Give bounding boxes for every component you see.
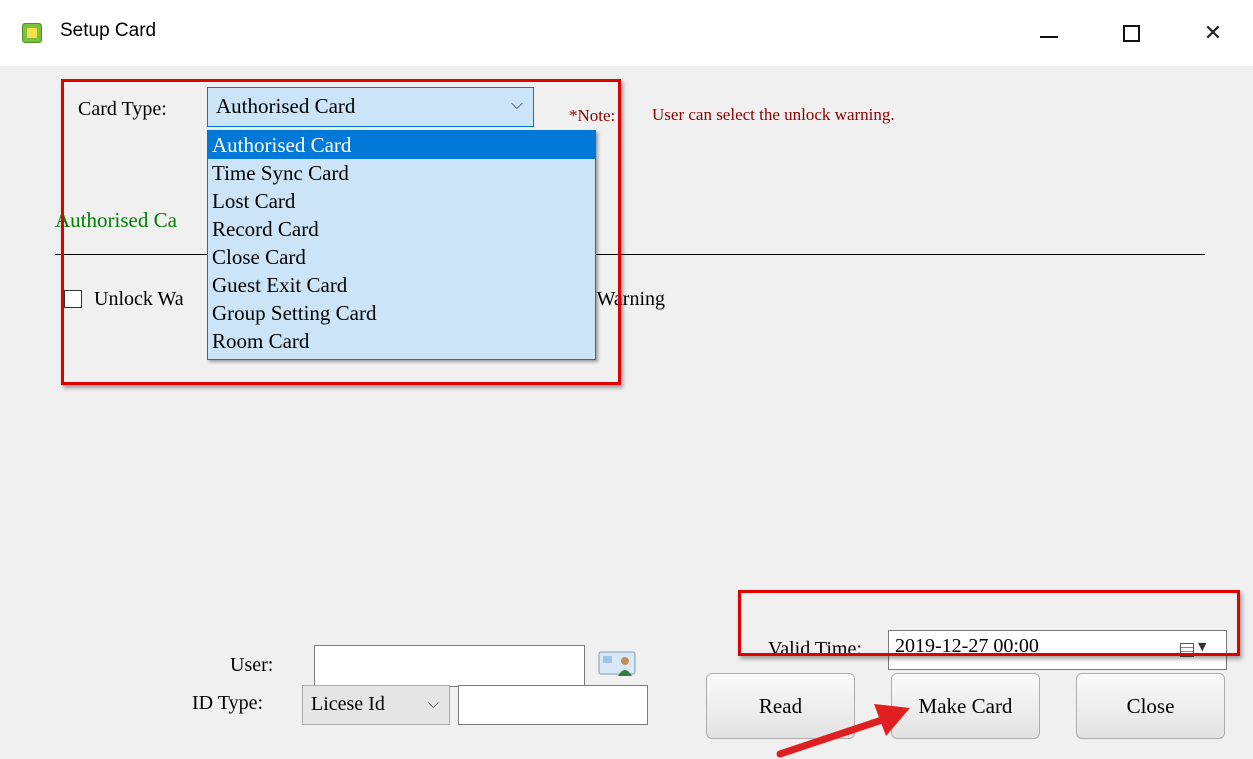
chevron-down-icon: ⌵ (427, 694, 439, 712)
id-type-selected-value: Licese Id (311, 693, 385, 715)
window-title: Setup Card (60, 20, 157, 41)
maximize-button[interactable] (1108, 12, 1154, 54)
close-window-button[interactable]: ✕ (1190, 12, 1236, 54)
dropdown-option[interactable]: Room Card (208, 327, 595, 355)
id-type-select[interactable]: Licese Id ⌵ (302, 685, 450, 725)
dropdown-option[interactable]: Record Card (208, 215, 595, 243)
dropdown-option[interactable]: Guest Exit Card (208, 271, 595, 299)
setup-card-window: Setup Card ✕ Card Type: Authorised Card … (0, 0, 1253, 759)
dropdown-option[interactable]: Close Card (208, 243, 595, 271)
user-picker-icon[interactable] (598, 650, 640, 678)
note-text: User can select the unlock warning. (652, 105, 895, 124)
card-type-dropdown-list[interactable]: Authorised Card Time Sync Card Lost Card… (207, 130, 596, 360)
id-number-input[interactable] (458, 685, 648, 725)
dropdown-option[interactable]: Time Sync Card (208, 159, 595, 187)
red-arrow-icon (776, 704, 910, 758)
dropdown-option[interactable]: Authorised Card (208, 131, 595, 159)
minimize-button[interactable] (1026, 12, 1072, 54)
close-icon: ✕ (1203, 20, 1223, 46)
dropdown-option[interactable]: Group Setting Card (208, 299, 595, 327)
minimize-icon (1040, 36, 1058, 38)
user-label: User: (230, 654, 274, 676)
close-button[interactable]: Close (1076, 673, 1225, 739)
user-input[interactable] (314, 645, 585, 687)
dropdown-option[interactable]: Lost Card (208, 187, 595, 215)
maximize-icon (1122, 24, 1140, 42)
title-bar[interactable]: Setup Card ✕ (0, 0, 1253, 66)
id-type-label: ID Type: (192, 692, 263, 714)
app-icon (22, 23, 42, 43)
highlight-box-valid-time (738, 590, 1240, 656)
